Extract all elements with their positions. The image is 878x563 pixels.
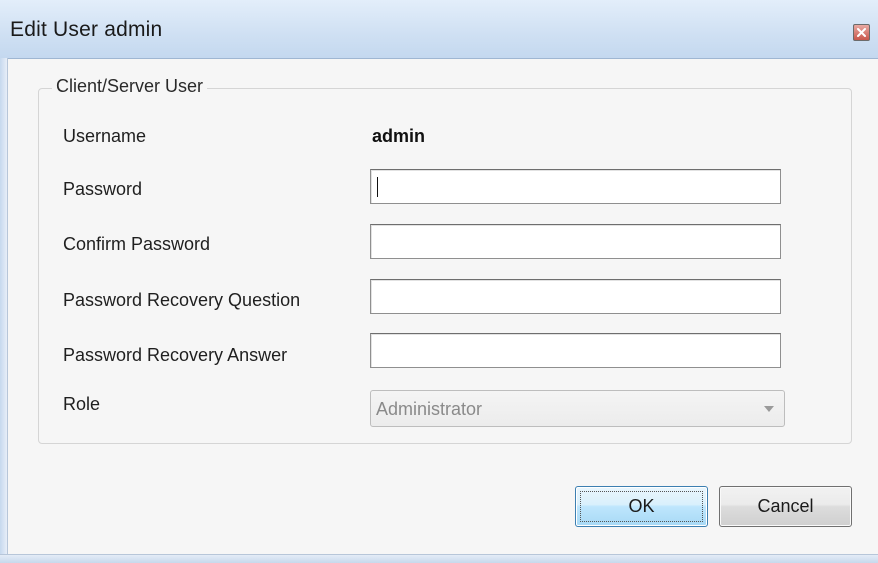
- chevron-down-icon: [764, 406, 774, 412]
- confirm-password-input[interactable]: [371, 225, 780, 258]
- confirm-password-field[interactable]: [370, 224, 781, 259]
- window-frame-left: [0, 58, 8, 562]
- text-caret: [377, 177, 378, 197]
- recovery-answer-label: Password Recovery Answer: [63, 345, 288, 365]
- role-select[interactable]: Administrator: [370, 390, 785, 427]
- recovery-answer-input[interactable]: [371, 334, 780, 367]
- confirm-password-label: Confirm Password: [63, 234, 211, 254]
- group-legend: Client/Server User: [52, 76, 208, 97]
- recovery-question-field[interactable]: [370, 279, 781, 314]
- username-label: Username: [63, 126, 147, 146]
- cancel-button-label: Cancel: [757, 496, 814, 516]
- recovery-question-label: Password Recovery Question: [63, 290, 301, 310]
- role-label: Role: [63, 394, 101, 414]
- edit-user-dialog: Edit User admin Client/Server User Usern…: [0, 0, 878, 563]
- title-bar[interactable]: Edit User admin: [0, 0, 878, 59]
- window-title: Edit User admin: [10, 18, 163, 41]
- ok-button-label: OK: [628, 496, 655, 516]
- role-selected-value: Administrator: [376, 399, 483, 419]
- recovery-question-input[interactable]: [371, 280, 780, 313]
- close-button[interactable]: [853, 24, 870, 41]
- close-icon: [857, 28, 866, 37]
- password-input[interactable]: [371, 170, 780, 203]
- ok-button[interactable]: OK: [575, 486, 708, 527]
- cancel-button[interactable]: Cancel: [719, 486, 852, 527]
- password-label: Password: [63, 179, 143, 199]
- username-value: admin: [372, 126, 426, 146]
- password-field[interactable]: [370, 169, 781, 204]
- recovery-answer-field[interactable]: [370, 333, 781, 368]
